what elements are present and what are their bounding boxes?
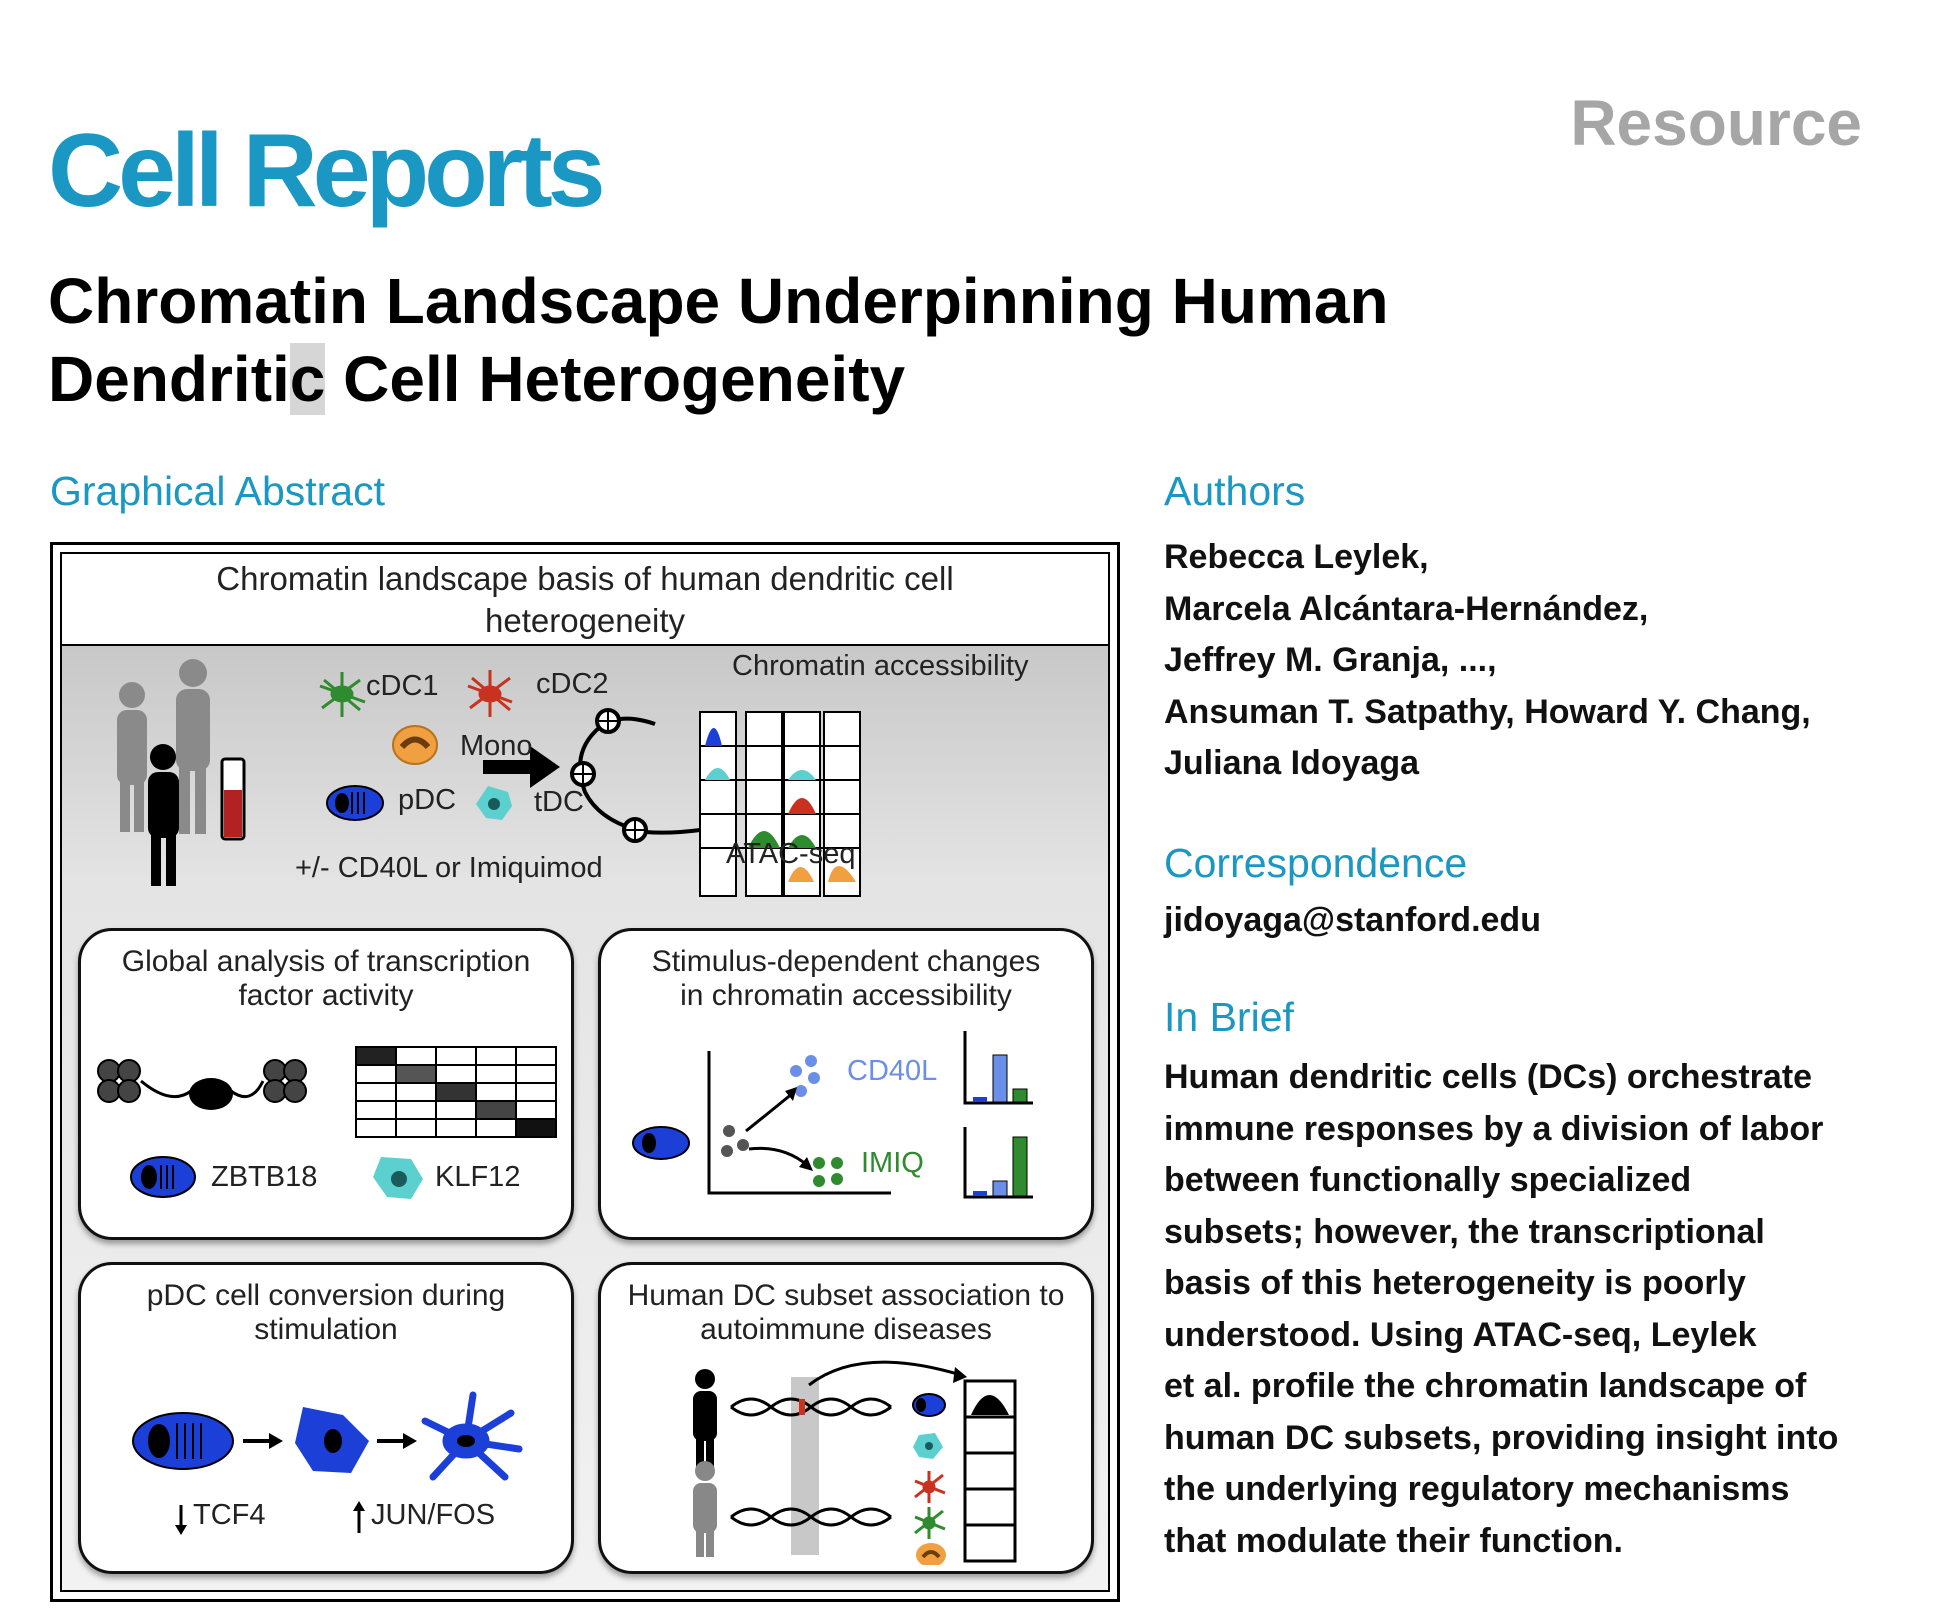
- chromatin-loop-icon: [570, 708, 701, 843]
- mono-cell-icon: [916, 1543, 946, 1565]
- author-line: Ansuman T. Satpathy, Howard Y. Chang,: [1164, 692, 1811, 731]
- cd40l-label: CD40L: [847, 1055, 938, 1087]
- imiq-dots: [813, 1157, 843, 1187]
- panel-pdc-conversion: pDC cell conversion during stimulation T…: [78, 1262, 574, 1574]
- in-brief-text: Human dendritic cells (DCs) orchestrate …: [1164, 1052, 1884, 1567]
- pdc-cell-icon: [130, 1156, 196, 1198]
- child-icon: [148, 744, 179, 886]
- correspondence-email[interactable]: jidoyaga@stanford.edu: [1164, 895, 1884, 947]
- tf-heatmap: [355, 1046, 557, 1138]
- pdc-cell-icon: [912, 1393, 946, 1417]
- intermediate-cell-icon: [295, 1407, 369, 1473]
- brief-line: between functionally specialized: [1164, 1161, 1692, 1199]
- pdc-cell-icon: [326, 785, 384, 821]
- panel2-artwork: [632, 1031, 1033, 1199]
- author-list: Rebecca Leylek, Marcela Alcántara-Hernán…: [1164, 532, 1884, 790]
- panel-autoimmune-association: Human DC subset association to autoimmun…: [598, 1262, 1094, 1574]
- mono-cell-icon: [392, 725, 438, 765]
- cdc1-cell-icon: [914, 1507, 946, 1539]
- arrow-up-icon: [745, 1091, 794, 1133]
- patient-icon: [693, 1369, 717, 1469]
- brief-line: understood. Using ATAC-seq, Leylek: [1164, 1315, 1757, 1354]
- title-line-1: Chromatin Landscape Underpinning Human: [48, 265, 1389, 337]
- panel4-artwork: [693, 1360, 1017, 1565]
- arrow-curve-icon: [808, 1360, 962, 1387]
- cdc2-label: cDC2: [536, 668, 609, 700]
- brief-line: et al. profile the chromatin landscape o…: [1164, 1367, 1807, 1405]
- article-type: Resource: [1570, 87, 1862, 159]
- article-title: Chromatin Landscape Underpinning Human D…: [48, 262, 1748, 418]
- cdc2-cell-icon: [914, 1471, 946, 1503]
- graphical-abstract-heading: Graphical Abstract: [50, 468, 385, 514]
- brief-line: the underlying regulatory mechanisms: [1164, 1470, 1790, 1508]
- tcf4-label: TCF4: [193, 1499, 266, 1531]
- chromatin-accessibility-label: Chromatin accessibility: [732, 650, 1029, 682]
- snp-mark: [799, 1399, 805, 1415]
- author-line: Marcela Alcántara-Hernández,: [1164, 589, 1649, 628]
- pdc-cell-icon: [632, 1126, 690, 1160]
- cd40l-barplot: [963, 1031, 1033, 1105]
- arrow-up-icon: [353, 1501, 365, 1533]
- atac-seq-label: ATAC-seq: [726, 838, 856, 870]
- cdc1-label: cDC1: [366, 670, 439, 702]
- author-line: Jeffrey M. Granja, ...,: [1164, 641, 1497, 679]
- stimulus-label: +/- CD40L or Imiquimod: [295, 852, 603, 884]
- title-line-2: Dendritic Cell Heterogeneity: [48, 340, 1748, 418]
- title-part-a: Dendriti: [48, 343, 290, 415]
- panel3-artwork: [132, 1391, 523, 1535]
- association-column: [963, 1379, 1017, 1563]
- klf12-label: KLF12: [435, 1161, 521, 1193]
- imiq-barplot: [963, 1127, 1033, 1199]
- imiq-label: IMIQ: [861, 1147, 924, 1179]
- arrow-down-icon: [175, 1505, 187, 1535]
- baseline-dots: [721, 1125, 749, 1157]
- healthy-icon: [693, 1461, 717, 1557]
- pdc-cell-icon: [132, 1412, 234, 1470]
- brief-line: human DC subsets, providing insight into: [1164, 1418, 1839, 1457]
- zbtb18-label: ZBTB18: [211, 1161, 318, 1193]
- blood-tube-icon: [220, 757, 246, 841]
- in-brief-heading: In Brief: [1164, 994, 1294, 1040]
- tdc-cell-icon: [373, 1157, 423, 1199]
- panel-stimulus-changes: Stimulus-dependent changes in chromatin …: [598, 928, 1094, 1240]
- correspondence-heading: Correspondence: [1164, 840, 1468, 886]
- journal-name: Cell Reports: [48, 113, 606, 229]
- brief-line: immune responses by a division of labor: [1164, 1109, 1824, 1148]
- transcription-factor-icon: [189, 1078, 233, 1110]
- title-highlighted-char: c: [289, 343, 326, 415]
- tdc-label: tDC: [534, 786, 584, 818]
- jun-fos-label: JUN/FOS: [371, 1499, 496, 1531]
- brief-line: that modulate their function.: [1164, 1521, 1623, 1560]
- author-line: Rebecca Leylek,: [1164, 538, 1429, 576]
- arrow-down-icon: [748, 1146, 808, 1167]
- tdc-cell-icon: [476, 786, 512, 820]
- cdc1-cell-icon: [319, 672, 366, 717]
- author-line: Juliana Idoyaga: [1164, 744, 1420, 782]
- cdc2-cell-icon: [467, 670, 513, 717]
- brief-line: basis of this heterogeneity is poorly: [1164, 1264, 1746, 1302]
- brief-line: Human dendritic cells (DCs) orchestrate: [1164, 1058, 1813, 1096]
- pdc-label: pDC: [398, 784, 457, 816]
- mono-label: Mono: [460, 730, 533, 762]
- authors-heading: Authors: [1164, 468, 1306, 514]
- tdc-cell-icon: [913, 1433, 943, 1459]
- panel-transcription-factor: Global analysis of transcription factor …: [78, 928, 574, 1240]
- dendritic-cell-icon: [421, 1391, 523, 1481]
- brief-line: subsets; however, the transcriptional: [1164, 1212, 1765, 1251]
- title-part-c: Cell Heterogeneity: [325, 343, 906, 415]
